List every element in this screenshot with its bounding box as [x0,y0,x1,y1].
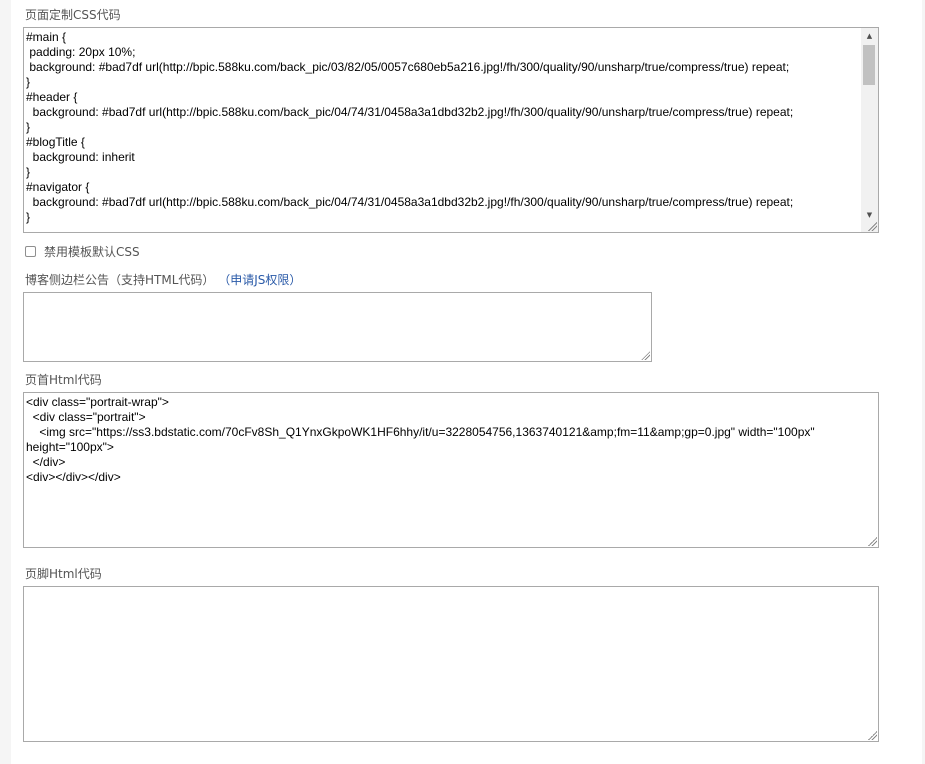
resize-grip-icon[interactable] [640,350,650,360]
footer-html-textarea[interactable] [23,586,879,742]
css-code-text: #main { padding: 20px 10%; background: #… [26,30,794,224]
apply-js-permission-link[interactable]: （申请JS权限） [218,273,301,287]
css-textarea-scrollbar[interactable]: ▲ ▼ [861,28,878,232]
sidebar-notice-text [26,295,649,361]
footer-html-label: 页脚Html代码 [25,567,102,581]
footer-html-text [26,589,876,741]
sidebar-notice-label-text: 博客侧边栏公告（支持HTML代码） [25,273,215,287]
disable-default-css-label: 禁用模板默认CSS [44,245,140,259]
sidebar-notice-textarea[interactable] [23,292,652,362]
css-code-label: 页面定制CSS代码 [25,8,121,22]
scroll-up-arrow-icon[interactable]: ▲ [861,28,878,44]
disable-default-css-checkbox[interactable] [25,246,36,257]
resize-grip-icon[interactable] [867,730,877,740]
header-html-label: 页首Html代码 [25,373,102,387]
resize-grip-icon[interactable] [867,221,877,231]
header-html-text: <div class="portrait-wrap"> <div class="… [26,395,815,484]
css-code-textarea[interactable]: #main { padding: 20px 10%; background: #… [23,27,879,233]
sidebar-notice-label: 博客侧边栏公告（支持HTML代码） （申请JS权限） [25,271,301,288]
resize-grip-icon[interactable] [867,536,877,546]
scroll-thumb[interactable] [863,45,875,85]
header-html-textarea[interactable]: <div class="portrait-wrap"> <div class="… [23,392,879,548]
disable-default-css-row[interactable]: 禁用模板默认CSS [25,243,140,260]
